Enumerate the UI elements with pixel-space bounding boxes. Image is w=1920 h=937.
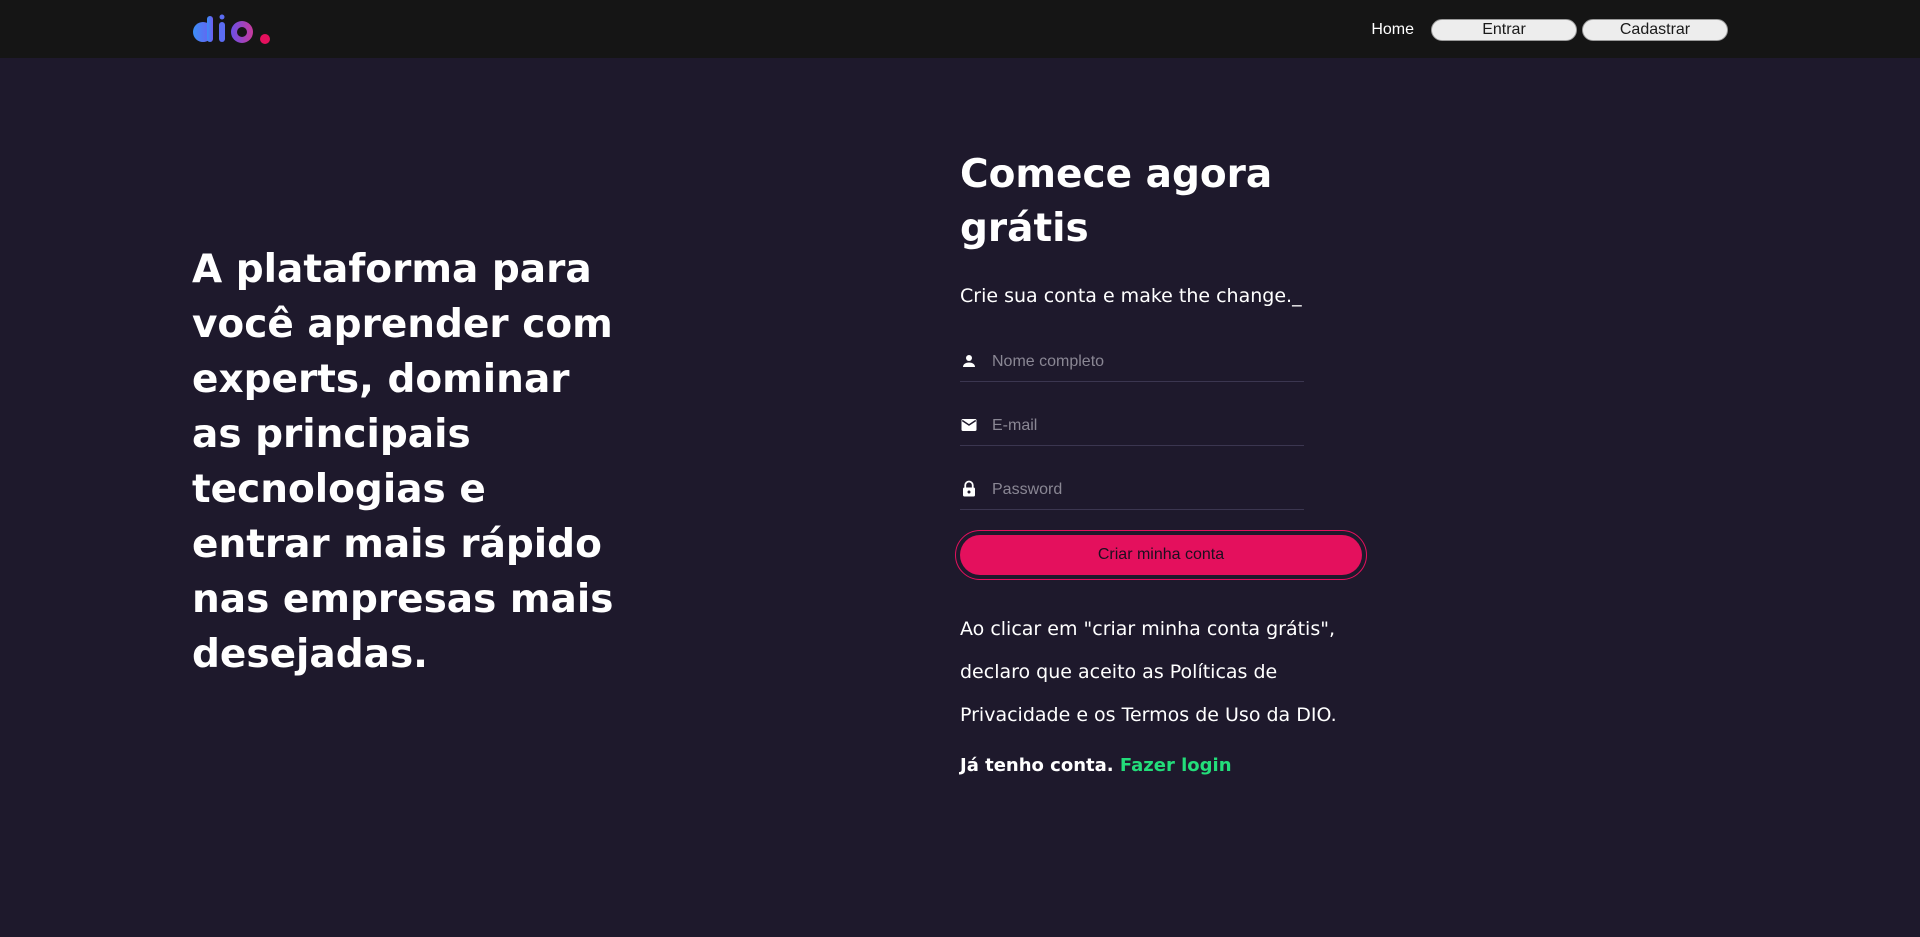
password-field: [960, 470, 1304, 510]
create-account-button[interactable]: Criar minha conta: [960, 535, 1362, 575]
lock-icon: [963, 480, 975, 497]
form-subtitle: Crie sua conta e make the change._: [960, 285, 1302, 307]
signin-button[interactable]: Entrar: [1431, 19, 1577, 41]
login-prefix: Já tenho conta.: [960, 755, 1114, 776]
signup-button[interactable]: Cadastrar: [1582, 19, 1728, 41]
nav-home-link[interactable]: Home: [1371, 21, 1414, 39]
main-nav: Home Entrar Cadastrar: [1371, 18, 1728, 42]
hero-headline: A plataforma para você aprender com expe…: [192, 247, 614, 677]
name-field: [960, 342, 1304, 382]
form-title: Comece agora grátis: [960, 152, 1273, 251]
login-link[interactable]: Fazer login: [1120, 755, 1232, 776]
password-input[interactable]: [992, 478, 1292, 502]
dio-logo[interactable]: [192, 14, 272, 46]
create-account-button-outline: Criar minha conta: [955, 530, 1367, 580]
login-prompt: Já tenho conta. Fazer login: [960, 755, 1360, 776]
email-field: [960, 406, 1304, 446]
signup-form: Comece agora grátis Crie sua conta e mak…: [955, 148, 1367, 776]
email-input[interactable]: [992, 414, 1292, 438]
person-icon: [963, 355, 975, 367]
terms-text: Ao clicar em "criar minha conta grátis",…: [960, 618, 1337, 726]
top-navbar: Home Entrar Cadastrar: [0, 0, 1920, 58]
name-input[interactable]: [992, 350, 1292, 374]
mail-icon: [961, 419, 977, 431]
